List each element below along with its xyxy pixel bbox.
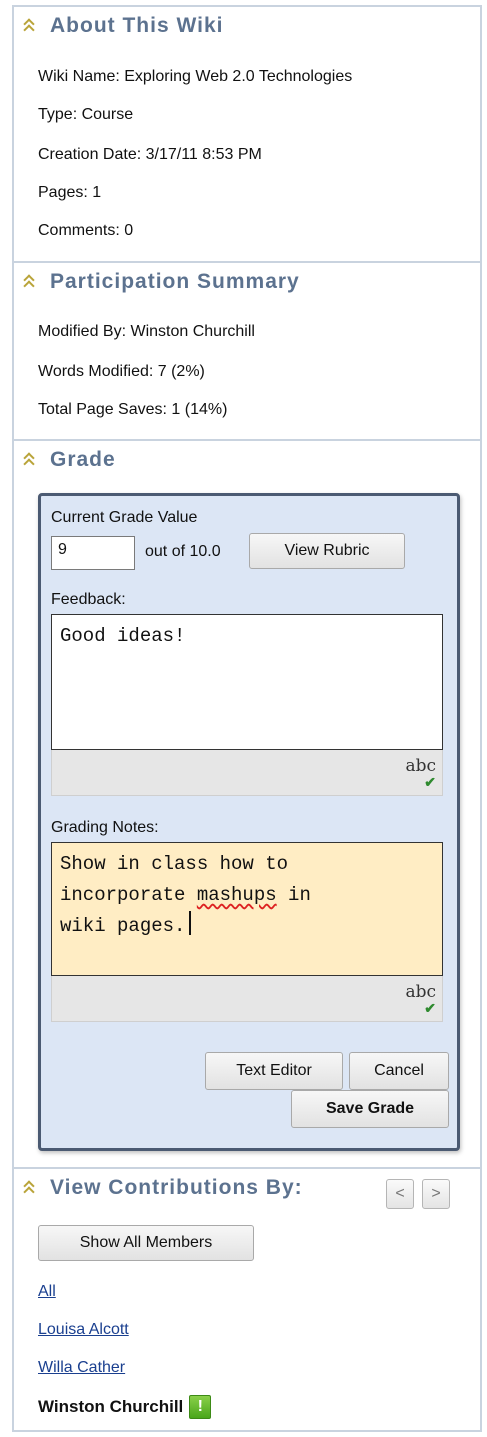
feedback-textarea[interactable]: Good ideas! (51, 614, 443, 750)
notes-line-3: wiki pages. (60, 915, 186, 937)
about-title: About This Wiki (50, 14, 224, 37)
show-all-members-button[interactable]: Show All Members (38, 1225, 254, 1261)
cancel-button[interactable]: Cancel (349, 1052, 449, 1090)
alert-badge-icon: ! (189, 1395, 212, 1419)
selected-member: Winston Churchill ! (38, 1395, 212, 1419)
contributions-section: View Contributions By: < > Show All Memb… (14, 1167, 480, 1432)
creation-date: Creation Date: 3/17/11 8:53 PM (38, 146, 262, 163)
collapse-icon[interactable] (22, 451, 36, 470)
feedback-label: Feedback: (51, 591, 126, 608)
next-icon[interactable]: > (422, 1179, 450, 1209)
text-cursor (189, 911, 192, 935)
member-link-all[interactable]: All (38, 1282, 56, 1302)
feedback-spellcheck-bar: abc ✔ (51, 750, 443, 796)
previous-icon[interactable]: < (386, 1179, 414, 1209)
grading-notes-textarea[interactable]: Show in class how to incorporate mashups… (51, 842, 443, 976)
selected-member-name: Winston Churchill (38, 1397, 184, 1416)
contributions-header[interactable]: View Contributions By: (22, 1175, 303, 1201)
about-section: About This Wiki Wiki Name: Exploring Web… (14, 7, 480, 261)
grading-notes-label: Grading Notes: (51, 819, 159, 836)
misspelled-word: mashups (196, 884, 277, 906)
check-icon: ✔ (424, 774, 436, 790)
member-link-willa-cather[interactable]: Willa Cather (38, 1358, 125, 1378)
spellcheck-icon[interactable]: abc (405, 756, 436, 776)
wiki-type: Type: Course (38, 106, 134, 123)
collapse-icon[interactable] (22, 1179, 36, 1198)
grade-value-input[interactable]: 9 (51, 536, 135, 570)
out-of-label: out of 10.0 (145, 543, 221, 560)
grade-card: Current Grade Value 9 out of 10.0 View R… (38, 493, 460, 1151)
total-page-saves: Total Page Saves: 1 (14%) (38, 401, 228, 418)
wiki-name: Wiki Name: Exploring Web 2.0 Technologie… (38, 68, 353, 85)
notes-spellcheck-bar: abc ✔ (51, 976, 443, 1022)
notes-line-2c: in (276, 884, 311, 906)
save-grade-button[interactable]: Save Grade (291, 1090, 449, 1128)
wiki-side-panel: About This Wiki Wiki Name: Exploring Web… (12, 5, 482, 1432)
spellcheck-icon[interactable]: abc (405, 982, 436, 1002)
contributions-title: View Contributions By: (50, 1176, 303, 1199)
participation-section: Participation Summary Modified By: Winst… (14, 261, 480, 439)
comments-count: Comments: 0 (38, 222, 134, 239)
check-icon: ✔ (424, 1000, 436, 1016)
participation-title: Participation Summary (50, 270, 300, 293)
collapse-icon[interactable] (22, 17, 36, 36)
collapse-icon[interactable] (22, 273, 36, 292)
notes-line-2a: incorporate (60, 884, 197, 906)
member-link-louisa-alcott[interactable]: Louisa Alcott (38, 1320, 129, 1340)
about-header[interactable]: About This Wiki (22, 13, 223, 39)
grade-title: Grade (50, 448, 116, 471)
pages-count: Pages: 1 (38, 184, 102, 201)
participation-header[interactable]: Participation Summary (22, 269, 300, 295)
grade-section: Grade Current Grade Value 9 out of 10.0 … (14, 439, 480, 1167)
words-modified: Words Modified: 7 (2%) (38, 363, 205, 380)
text-editor-button[interactable]: Text Editor (205, 1052, 343, 1090)
view-rubric-button[interactable]: View Rubric (249, 533, 405, 569)
notes-line-1: Show in class how to (60, 853, 289, 875)
grade-header[interactable]: Grade (22, 447, 116, 473)
current-grade-label: Current Grade Value (51, 509, 198, 526)
modified-by: Modified By: Winston Churchill (38, 323, 255, 340)
